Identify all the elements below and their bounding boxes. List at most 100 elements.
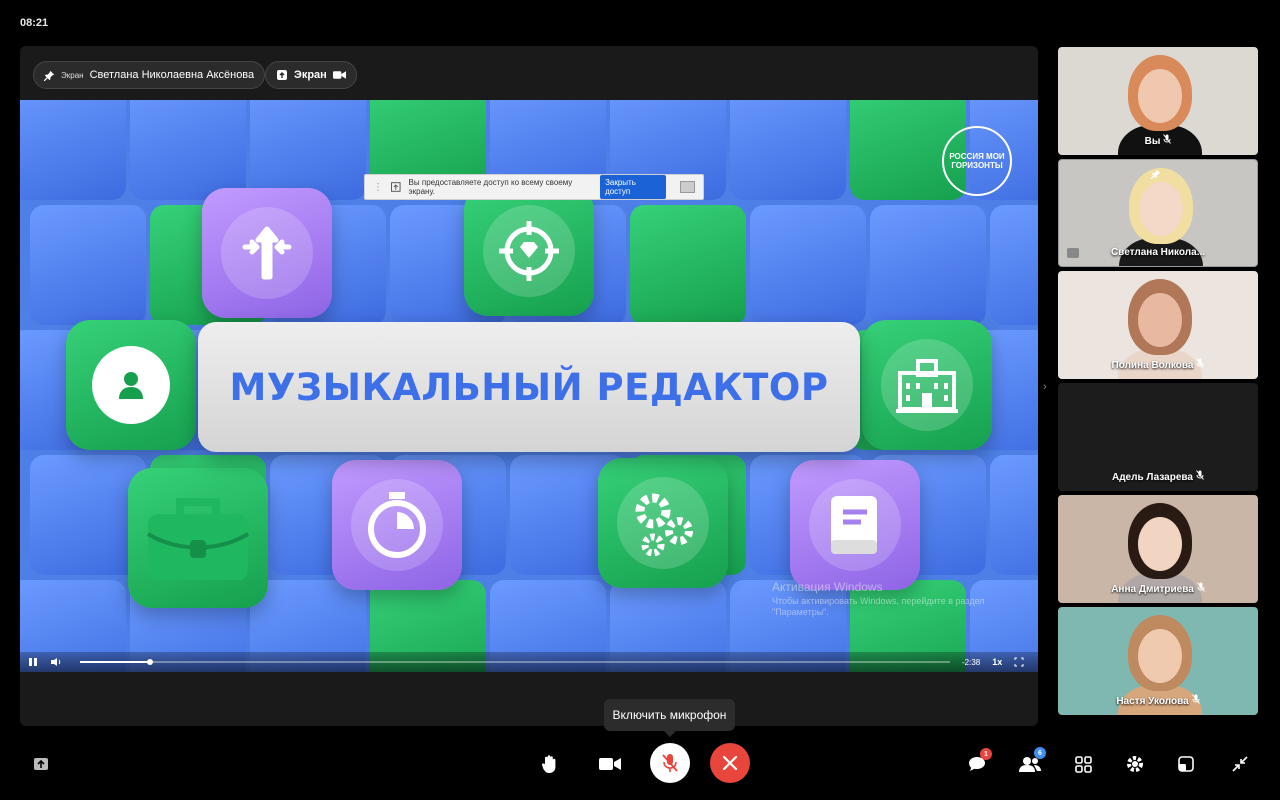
camera-icon — [599, 758, 621, 770]
participant-name: Настя Уколова — [1116, 696, 1189, 707]
windows-activation-watermark: Активация Windows Чтобы активировать Win… — [772, 580, 985, 619]
participant-tile[interactable]: Светлана Никола... — [1058, 159, 1258, 267]
settings-button[interactable] — [1122, 751, 1148, 777]
fullscreen-icon[interactable] — [1014, 657, 1024, 667]
grid-layout-button[interactable] — [1071, 752, 1095, 776]
screen-share-banner: ⋮ Вы предоставляете доступ ко всему свое… — [364, 174, 704, 200]
participant-name: Вы — [1144, 136, 1161, 147]
participant-name: Адель Лазарева — [1111, 472, 1193, 483]
background-tile — [20, 100, 126, 200]
background-tile — [990, 455, 1038, 575]
background-tile — [730, 100, 846, 200]
gears-icon — [635, 493, 693, 557]
presenter-chip-small-label: Экран — [61, 70, 84, 80]
screen-chip[interactable]: Экран — [265, 61, 357, 89]
grid-layout-icon — [1074, 755, 1092, 773]
participant-tile[interactable]: Анна Дмитриева — [1058, 495, 1258, 603]
raise-hand-button[interactable] — [536, 750, 564, 778]
screen-share-icon — [277, 70, 287, 80]
end-call-icon — [722, 755, 738, 771]
end-call-button[interactable] — [710, 743, 750, 783]
screen-share-stage: Экран Светлана Николаевна Аксёнова Экран — [20, 46, 1038, 726]
background-tile — [750, 205, 866, 325]
slide-icon-tile — [202, 188, 332, 318]
pin-icon — [44, 70, 55, 81]
exit-fullscreen-button[interactable] — [1228, 752, 1252, 776]
slide-icon-tile — [332, 460, 462, 590]
participant-name: Светлана Никола... — [1110, 247, 1206, 258]
participant-name-row: Анна Дмитриева — [1058, 582, 1258, 595]
layout-icon — [1178, 756, 1194, 772]
participant-name-row: Настя Уколова — [1058, 694, 1258, 707]
slide-icon-tile — [128, 468, 268, 608]
participant-tile[interactable]: Адель Лазарева — [1058, 383, 1258, 491]
raise-hand-icon — [541, 755, 556, 773]
share-indicator-icon — [391, 182, 401, 192]
camera-icon — [332, 71, 346, 79]
briefcase-icon — [146, 498, 250, 580]
project-logo: РОССИЯ МОИ ГОРИЗОНТЫ — [942, 126, 1012, 196]
share-screen-button[interactable] — [30, 753, 52, 775]
video-progress-fill — [80, 661, 150, 663]
drag-handle-icon[interactable]: ⋮ — [373, 182, 383, 193]
chat-button[interactable]: 1 — [964, 748, 992, 777]
share-banner-message: Вы предоставляете доступ ко всему своему… — [408, 178, 573, 196]
mic-off-icon — [1196, 582, 1205, 594]
participant-name: Анна Дмитриева — [1111, 584, 1194, 595]
participant-tile[interactable]: Вы — [1058, 47, 1258, 155]
pin-icon — [1151, 166, 1161, 184]
logo-text: РОССИЯ МОИ ГОРИЗОНТЫ — [949, 151, 1005, 170]
building-icon — [896, 359, 958, 413]
playback-speed-button[interactable]: 1x — [992, 657, 1002, 667]
stopwatch-icon — [368, 492, 426, 558]
slide-title-bar: МУЗЫКАЛЬНЫЙ РЕДАКТОР — [198, 322, 860, 452]
slide-icon-tile — [862, 320, 992, 450]
watermark-title: Активация Windows — [772, 580, 883, 594]
chat-badge: 1 — [980, 748, 992, 760]
participants-sidebar: Вы Светлана Никола... Полина Волкова Адель … — [1058, 47, 1258, 719]
presenter-name: Светлана Николаевна Аксёнова — [89, 69, 255, 81]
participant-tile[interactable]: Полина Волкова — [1058, 271, 1258, 379]
participant-name-row: Полина Волкова — [1058, 358, 1258, 371]
settings-icon — [1127, 756, 1143, 772]
layout-button[interactable] — [1174, 752, 1198, 776]
participant-name-row: Светлана Никола... — [1059, 247, 1257, 258]
pause-icon[interactable] — [28, 657, 38, 667]
mic-off-icon — [1196, 470, 1204, 482]
video-progress-bar[interactable] — [80, 659, 950, 665]
camera-button[interactable] — [596, 750, 624, 778]
slide-title: МУЗЫКАЛЬНЫЙ РЕДАКТОР — [229, 365, 829, 409]
directions-icon — [242, 226, 292, 280]
participant-name-row: Адель Лазарева — [1058, 470, 1258, 483]
participant-face — [1138, 629, 1182, 683]
stop-sharing-button[interactable]: Закрыть доступ — [600, 175, 666, 199]
mic-toggle-button[interactable] — [650, 743, 690, 783]
video-time-remaining: -2:38 — [962, 657, 981, 667]
hide-banner-button[interactable] — [679, 181, 695, 193]
background-tile — [990, 205, 1038, 325]
background-tile — [870, 205, 986, 325]
watermark-line: "Параметры". — [772, 607, 829, 618]
volume-icon[interactable] — [50, 657, 62, 667]
participant-name: Полина Волкова — [1111, 360, 1194, 371]
participant-face — [1138, 517, 1182, 571]
slide-icon-tile — [66, 320, 196, 450]
presenter-chip[interactable]: Экран Светлана Николаевна Аксёнова — [33, 61, 266, 89]
screen-chip-label: Экран — [294, 69, 327, 81]
watermark-line: Чтобы активировать Windows, перейдите в … — [772, 595, 985, 606]
video-progress-knob[interactable] — [146, 659, 153, 665]
participant-name-row: Вы — [1058, 134, 1258, 147]
mic-off-icon — [662, 754, 678, 772]
participant-tile[interactable]: Настя Уколова — [1058, 607, 1258, 715]
collapse-icon — [1232, 756, 1248, 772]
target-diamond-icon — [499, 221, 559, 281]
mic-off-icon — [1163, 134, 1172, 146]
participant-face — [1138, 293, 1182, 347]
book-icon — [831, 496, 877, 554]
collapse-sidebar-icon[interactable]: › — [1043, 381, 1047, 393]
participants-button[interactable]: 6 — [1016, 747, 1046, 777]
background-tile — [630, 205, 746, 325]
background-tile — [30, 205, 146, 325]
status-time: 08:21 — [20, 17, 49, 29]
mic-tooltip: Включить микрофон — [604, 699, 735, 737]
